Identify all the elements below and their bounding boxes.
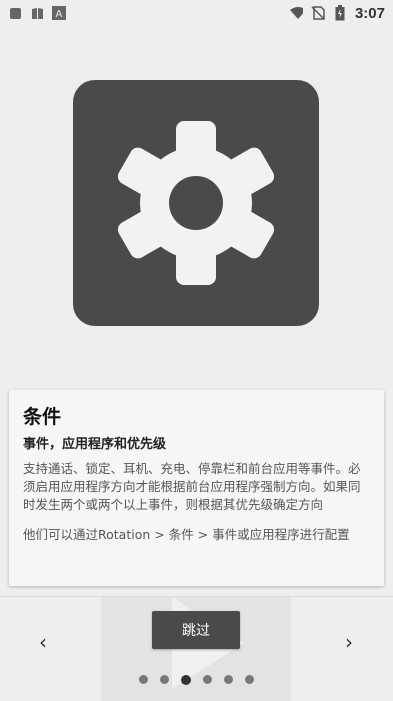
info-card: 条件 事件，应用程序和优先级 支持通话、锁定、耳机、充电、停靠栏和前台应用等事件… [9, 390, 384, 586]
skip-button[interactable]: 跳过 [152, 611, 240, 649]
page-dot [203, 675, 212, 684]
card-title: 条件 [23, 406, 62, 428]
page-dot [160, 675, 169, 684]
page-dot [245, 675, 254, 684]
app-square-icon [8, 6, 22, 20]
no-sim-icon [311, 6, 325, 20]
chevron-left-icon: ‹ [39, 630, 47, 654]
wifi-icon [289, 6, 303, 20]
hero-tile [73, 80, 319, 326]
settings-gear-icon [114, 121, 278, 285]
card-config-hint: 他们可以通过Rotation > 条件 > 事件或应用程序进行配置 [23, 527, 350, 542]
card-description: 支持通话、锁定、耳机、充电、停靠栏和前台应用等事件。必须启用应用程序方向才能根据… [23, 461, 361, 512]
clock: 3:07 [354, 4, 385, 22]
battery-charging-icon [333, 5, 347, 21]
page-dot [181, 674, 191, 685]
page-dot [139, 675, 148, 684]
page-dot [224, 675, 233, 684]
svg-text:A: A [56, 9, 63, 20]
onboarding-footer: ‹ 跳过 › [0, 596, 393, 701]
book-icon [30, 6, 44, 20]
card-subtitle: 事件，应用程序和优先级 [23, 437, 167, 452]
chevron-right-icon: › [345, 630, 353, 654]
status-bar: A 3:07 [0, 0, 393, 26]
font-a-icon: A [52, 6, 66, 20]
next-button[interactable]: › [334, 627, 364, 657]
previous-button[interactable]: ‹ [28, 627, 58, 657]
page-indicator [0, 674, 393, 685]
